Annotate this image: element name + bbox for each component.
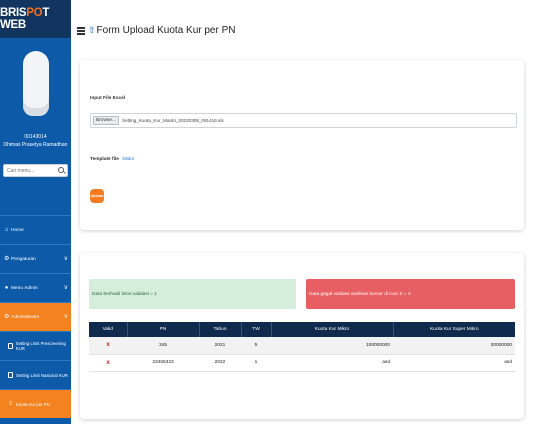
upload-form-card: Input File Excel Browse... Setting_Kuota… xyxy=(80,60,524,230)
chevron-down-icon: ∨ xyxy=(63,314,68,320)
upload-icon: ⇧ xyxy=(88,25,96,35)
sidebar-item-administrator[interactable]: ⚙ Administrator ∨ xyxy=(0,302,71,331)
cell-kuota-mikro: 100000000 xyxy=(271,337,393,355)
success-alert: Data berhasil lolos validasi = 1 xyxy=(89,279,296,309)
doc-icon xyxy=(8,343,13,349)
file-input-label: Input File Excel xyxy=(90,96,126,101)
file-input[interactable]: Browse... Setting_Kuota_Kur_Mantri_20220… xyxy=(90,113,517,128)
selected-file-name: Setting_Kuota_Kur_Mantri_20220308_091416… xyxy=(122,118,224,123)
cell-pn: 345 xyxy=(127,337,199,355)
cell-tw: 1 xyxy=(241,354,271,372)
col-kuota-super-mikro: Kuota Kur Super Mikro xyxy=(429,327,479,332)
invalid-x-icon[interactable]: x xyxy=(89,354,127,372)
cell-pn: 23456323 xyxy=(127,354,199,372)
app-logo[interactable]: BRISPOT WEB xyxy=(0,0,71,38)
chevron-down-icon: ∨ xyxy=(63,256,68,262)
upload-icon: ⇧ xyxy=(8,401,14,407)
home-icon: ⌂ xyxy=(4,227,9,233)
cell-tahun: 2022 xyxy=(199,354,241,372)
col-kuota-mikro: Kuota Kur Mikro xyxy=(271,322,394,337)
table-header-row: Valid PN Tahun TW Kuota Kur Mikro Kuota … xyxy=(89,322,515,337)
template-label: Template file Disini xyxy=(90,157,135,162)
browse-button[interactable]: Browse... xyxy=(93,116,119,125)
chevron-down-icon: ∨ xyxy=(63,285,68,291)
search-box xyxy=(3,164,68,177)
col-pn: PN xyxy=(127,322,200,337)
cell-kuota-super-mikro: 30000000 xyxy=(393,337,515,355)
upload-button[interactable]: Upload xyxy=(90,189,104,203)
table-row: x 23456323 2022 1 asd asd xyxy=(89,354,515,372)
sidebar-item-home[interactable]: ⌂ Home xyxy=(0,215,71,244)
validation-results-card: Data berhasil lolos validasi = 1 Data ga… xyxy=(80,253,524,419)
sidebar-item-pengaturan[interactable]: ⚙ Pengaturan ∨ xyxy=(0,244,71,273)
cell-tw: 5 xyxy=(241,337,271,355)
logo-accent-glyph: O xyxy=(33,7,43,19)
avatar xyxy=(23,51,49,116)
hamburger-menu-icon[interactable] xyxy=(77,27,85,35)
validation-table: Valid PN Tahun TW Kuota Kur Mikro Kuota … xyxy=(89,322,515,372)
doc-icon xyxy=(8,372,13,378)
sidebar-menu: ⌂ Home ⚙ Pengaturan ∨ ● Menu Admin ∨ ⚙ A… xyxy=(0,215,71,418)
cell-kuota-super-mikro: asd xyxy=(393,354,515,372)
cell-kuota-mikro: asd xyxy=(271,354,393,372)
gear-icon: ⚙ xyxy=(4,256,10,262)
invalid-x-icon[interactable]: x xyxy=(89,337,127,355)
sidebar-subitem-limit-nasional[interactable]: Setting Limit Nasional KUR xyxy=(0,360,71,389)
search-icon[interactable] xyxy=(58,167,64,173)
sidebar-subitem-kuota-kur[interactable]: ⇧ Kuota Kur per PN xyxy=(0,389,71,418)
sidebar: BRISPOT WEB 00143014 Dhimas Prasetya Ram… xyxy=(0,0,71,424)
sidebar-item-menu-admin[interactable]: ● Menu Admin ∨ xyxy=(0,273,71,302)
template-download-link[interactable]: Disini xyxy=(122,157,134,162)
user-icon: ● xyxy=(4,285,9,291)
table-row: x 345 2021 5 100000000 30000000 xyxy=(89,337,515,355)
sidebar-subitem-limit-prescreening[interactable]: Setting Limit Prescreening KUR xyxy=(0,331,71,360)
search-input[interactable] xyxy=(7,167,59,174)
user-id: 00143014 xyxy=(24,134,47,140)
col-tahun: Tahun xyxy=(199,322,242,337)
col-valid: Valid xyxy=(89,322,128,337)
error-alert: Data gagal validasi arahkan kursor di ic… xyxy=(306,279,515,309)
cell-tahun: 2021 xyxy=(199,337,241,355)
admin-gear-icon: ⚙ xyxy=(4,314,10,320)
user-name: Dhimas Prasetya Ramadhan xyxy=(3,142,68,148)
col-tw: TW xyxy=(241,322,272,337)
user-profile: 00143014 Dhimas Prasetya Ramadhan xyxy=(0,38,71,181)
page-title: ⇧ Form Upload Kuota Kur per PN xyxy=(88,25,236,36)
